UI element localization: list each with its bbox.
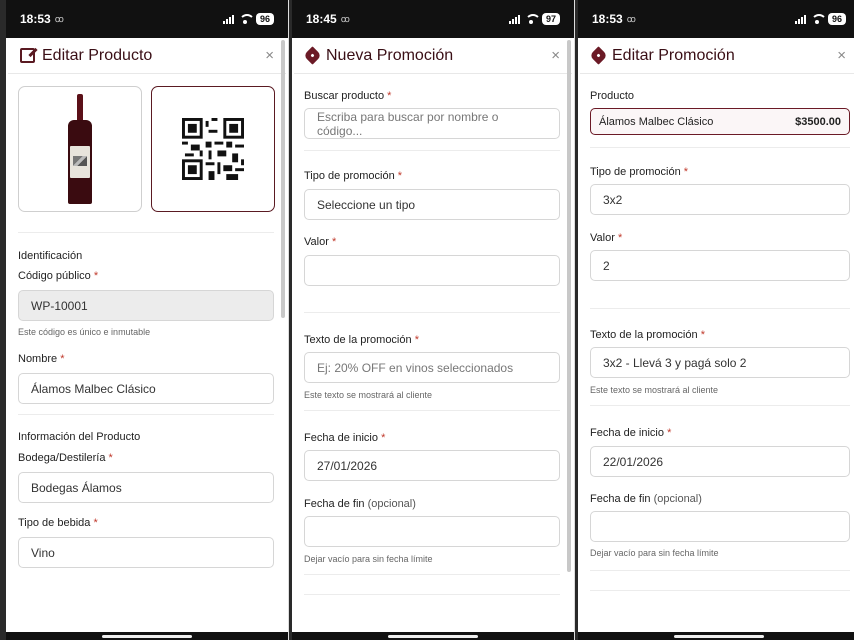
nombre-label: Nombre * [18, 353, 65, 365]
divider [18, 414, 274, 415]
codigo-help: Este código es único e inmutable [18, 327, 151, 337]
divider [590, 308, 850, 309]
producto-name: Álamos Malbec Clásico [599, 115, 714, 128]
tipo-promocion-label: Tipo de promoción * [590, 166, 689, 178]
screen-nueva-promocion: 18:45 ꝏ 97 Nueva Promoción × Buscar produ… [292, 0, 575, 640]
texto-promocion-input[interactable]: 3x2 - Llevá 3 y pagá solo 2 [590, 347, 850, 378]
modal-title-text: Editar Producto [42, 46, 153, 64]
recording-icon: ꝏ [626, 13, 636, 24]
screen-editar-producto: 18:53 ꝏ 96 Editar Producto × Identificac… [6, 0, 289, 640]
divider [590, 405, 850, 406]
selected-product: Álamos Malbec Clásico $3500.00 [590, 108, 850, 135]
signal-icon [794, 14, 806, 24]
edit-icon [20, 48, 35, 63]
fecha-inicio-input[interactable]: 22/01/2026 [590, 446, 850, 477]
fecha-inicio-label: Fecha de inicio * [304, 432, 386, 444]
section-identificacion: Identificación [18, 250, 83, 262]
divider [18, 232, 274, 233]
fecha-fin-input[interactable] [304, 516, 560, 547]
tag-icon [589, 46, 608, 65]
modal-title: Editar Promoción [589, 46, 735, 65]
signal-icon [222, 14, 234, 24]
battery-icon: 97 [541, 13, 560, 25]
fecha-fin-label: Fecha de fin (opcional) [590, 493, 702, 505]
signal-icon [508, 14, 520, 24]
status-time: 18:45 [306, 12, 337, 26]
status-bar: 18:53 ꝏ 96 [6, 0, 288, 38]
screen-editar-promocion: 18:53 ꝏ 96 Editar Promoción × Producto Ál… [578, 0, 854, 640]
battery-icon: 96 [827, 13, 846, 25]
divider [590, 570, 850, 571]
battery-icon: 96 [255, 13, 274, 25]
wine-bottle-image [68, 94, 92, 204]
modal-title: Editar Producto [20, 47, 152, 65]
divider [304, 312, 560, 313]
recording-icon: ꝏ [54, 13, 64, 24]
codigo-label: Código público * [18, 270, 99, 282]
modal-title: Nueva Promoción [303, 46, 454, 65]
modal-title-text: Nueva Promoción [326, 46, 454, 64]
close-icon[interactable]: × [837, 47, 846, 64]
fecha-inicio-label: Fecha de inicio * [590, 427, 672, 439]
wifi-icon [524, 14, 541, 24]
texto-help: Este texto se mostrará al cliente [590, 385, 719, 395]
wifi-icon [238, 14, 255, 24]
nombre-field[interactable]: Álamos Malbec Clásico [18, 373, 274, 404]
close-icon[interactable]: × [551, 47, 560, 64]
fecha-fin-help: Dejar vacío para sin fecha límite [304, 554, 433, 564]
texto-help: Este texto se mostrará al cliente [304, 390, 433, 400]
fecha-fin-input[interactable] [590, 511, 850, 542]
producto-label: Producto [590, 90, 635, 102]
buscar-producto-input[interactable]: Escriba para buscar por nombre o código.… [304, 108, 560, 139]
tag-icon [303, 46, 322, 65]
valor-label: Valor * [590, 232, 623, 244]
divider [590, 147, 850, 148]
status-time: 18:53 [20, 12, 51, 26]
texto-promocion-label: Texto de la promoción * [304, 334, 419, 346]
status-time: 18:53 [592, 12, 623, 26]
bodega-field[interactable]: Bodegas Álamos [18, 472, 274, 503]
wifi-icon [810, 14, 827, 24]
texto-promocion-input[interactable]: Ej: 20% OFF en vinos seleccionados [304, 352, 560, 383]
divider [304, 574, 560, 575]
qr-code-card[interactable] [151, 86, 275, 212]
codigo-field: WP-10001 [18, 290, 274, 321]
buscar-label: Buscar producto * [304, 90, 392, 102]
status-bar: 18:45 ꝏ 97 [292, 0, 574, 38]
producto-price: $3500.00 [795, 115, 841, 128]
modal-header: Editar Producto × [8, 38, 286, 74]
home-indicator [6, 632, 288, 640]
divider [304, 150, 560, 151]
close-icon[interactable]: × [265, 47, 274, 64]
tipo-promocion-select[interactable]: 3x2 [590, 184, 850, 215]
fecha-inicio-input[interactable]: 27/01/2026 [304, 450, 560, 481]
divider [590, 590, 850, 591]
fecha-fin-help: Dejar vacío para sin fecha límite [590, 548, 719, 558]
recording-icon: ꝏ [340, 13, 350, 24]
modal-header: Editar Promoción × [580, 38, 854, 74]
home-indicator [292, 632, 574, 640]
qr-code-icon [182, 118, 244, 180]
status-bar: 18:53 ꝏ 96 [578, 0, 854, 38]
divider [304, 594, 560, 595]
tipo-promocion-select[interactable]: Seleccione un tipo [304, 189, 560, 220]
fecha-fin-label: Fecha de fin (opcional) [304, 498, 416, 510]
texto-promocion-label: Texto de la promoción * [590, 329, 705, 341]
section-info-producto: Información del Producto [18, 431, 141, 443]
modal-header: Nueva Promoción × [294, 38, 572, 74]
product-image[interactable] [18, 86, 142, 212]
valor-input[interactable]: 2 [590, 250, 850, 281]
scrollbar[interactable] [281, 40, 285, 318]
tipo-bebida-label: Tipo de bebida * [18, 517, 98, 529]
tipo-promocion-label: Tipo de promoción * [304, 170, 403, 182]
bodega-label: Bodega/Destilería * [18, 452, 113, 464]
divider [304, 410, 560, 411]
scrollbar[interactable] [567, 40, 571, 572]
valor-label: Valor * [304, 236, 337, 248]
modal-title-text: Editar Promoción [612, 46, 735, 64]
home-indicator [578, 632, 854, 640]
tipo-bebida-select[interactable]: Vino [18, 537, 274, 568]
valor-input[interactable] [304, 255, 560, 286]
